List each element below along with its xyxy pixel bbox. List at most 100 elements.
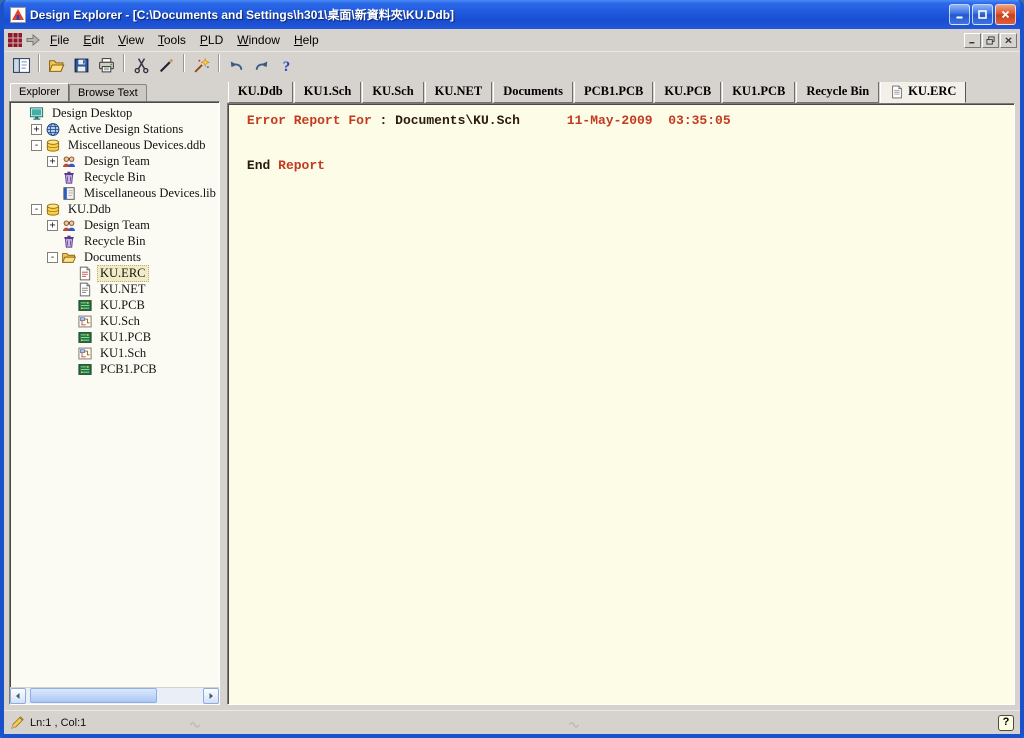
dock-arrow-icon[interactable] bbox=[25, 32, 41, 48]
doc-tab-recycle-bin[interactable]: Recycle Bin bbox=[796, 82, 879, 103]
cut-icon bbox=[133, 57, 150, 74]
doc-tab-label: KU.NET bbox=[435, 84, 483, 99]
wand-button[interactable] bbox=[189, 54, 214, 78]
undo-button[interactable] bbox=[224, 54, 249, 78]
report-line: End Report bbox=[247, 158, 1010, 173]
doc-tab-ku1-sch[interactable]: KU1.Sch bbox=[294, 82, 362, 103]
tree-item-ku-sch[interactable]: KU.Sch bbox=[13, 313, 219, 329]
recycle-icon bbox=[61, 234, 77, 249]
panel-tab-browse-text[interactable]: Browse Text bbox=[69, 84, 147, 101]
tree-item-label: Documents bbox=[81, 250, 144, 265]
tree-item-miscellaneous-devices-ddb[interactable]: -Miscellaneous Devices.ddb bbox=[13, 137, 219, 153]
menu-tools[interactable]: Tools bbox=[151, 31, 193, 50]
tree-item-ku-ddb[interactable]: - KU.Ddb bbox=[13, 201, 219, 217]
tree-item-pcb1-pcb[interactable]: PCB1.PCB bbox=[13, 361, 219, 377]
tree-item-ku1-sch[interactable]: KU1.Sch bbox=[13, 345, 219, 361]
menu-help[interactable]: Help bbox=[287, 31, 326, 50]
expand-toggle[interactable]: + bbox=[47, 220, 58, 231]
collapse-toggle[interactable]: - bbox=[31, 204, 42, 215]
help-button[interactable]: ? bbox=[998, 715, 1014, 731]
menu-pld[interactable]: PLD bbox=[193, 31, 230, 50]
mdi-close-button[interactable] bbox=[1000, 33, 1017, 48]
close-button[interactable] bbox=[995, 4, 1016, 25]
lib-icon bbox=[61, 186, 77, 201]
doc-tab-ku-pcb[interactable]: KU.PCB bbox=[654, 82, 721, 103]
menu-file[interactable]: File bbox=[43, 31, 76, 50]
tree-item-ku-erc[interactable]: KU.ERC bbox=[13, 265, 219, 281]
titlebar[interactable]: Design Explorer - [C:\Documents and Sett… bbox=[4, 0, 1020, 29]
tree-item-label: KU.PCB bbox=[97, 298, 148, 313]
toolbar-separator bbox=[183, 54, 185, 72]
pencil-icon bbox=[10, 715, 25, 730]
collapse-toggle[interactable]: - bbox=[47, 252, 58, 263]
stations-icon bbox=[45, 122, 61, 137]
tree-item-design-team[interactable]: +Design Team bbox=[13, 217, 219, 233]
expand-toggle[interactable]: + bbox=[47, 156, 58, 167]
redo-button[interactable] bbox=[249, 54, 274, 78]
save-button[interactable] bbox=[69, 54, 94, 78]
pen-button[interactable] bbox=[154, 54, 179, 78]
mdi-minimize-button[interactable] bbox=[964, 33, 981, 48]
help-button[interactable]: ? bbox=[274, 54, 299, 78]
desktop-grid-icon[interactable] bbox=[7, 32, 23, 48]
pcb-icon bbox=[77, 330, 93, 345]
print-button[interactable] bbox=[94, 54, 119, 78]
menu-edit[interactable]: Edit bbox=[76, 31, 111, 50]
report-content[interactable]: Error Report For : Documents\KU.Sch 11-M… bbox=[227, 103, 1015, 705]
report-text-segment: Documents\KU.Sch bbox=[395, 113, 520, 128]
status-grip-icon bbox=[187, 718, 203, 728]
doc-net-icon bbox=[77, 282, 93, 297]
tree-item-label: KU.Ddb bbox=[65, 202, 114, 217]
toolbar-separator bbox=[218, 54, 220, 72]
tree-item-miscellaneous-devices-lib[interactable]: Miscellaneous Devices.lib bbox=[13, 185, 219, 201]
doc-tab-pcb1-pcb[interactable]: PCB1.PCB bbox=[574, 82, 653, 103]
tree-container: Design Desktop+Active Design Stations-Mi… bbox=[9, 101, 220, 705]
scroll-left-button[interactable] bbox=[10, 688, 26, 704]
menu-window[interactable]: Window bbox=[230, 31, 287, 50]
explorer-panel: ExplorerBrowse Text Design Desktop+Activ… bbox=[9, 82, 220, 705]
doc-tab-documents[interactable]: Documents bbox=[493, 82, 573, 103]
doc-tab-ku-sch[interactable]: KU.Sch bbox=[362, 82, 423, 103]
wand-icon bbox=[193, 57, 210, 74]
design-tree: Design Desktop+Active Design Stations-Mi… bbox=[10, 102, 219, 687]
recycle-icon bbox=[61, 170, 77, 185]
tree-item-ku-net[interactable]: KU.NET bbox=[13, 281, 219, 297]
toggle-panels-button[interactable] bbox=[9, 54, 34, 78]
tree-item-label: Design Team bbox=[81, 154, 153, 169]
doc-tab-ku-ddb[interactable]: KU.Ddb bbox=[228, 82, 293, 103]
toolbar-buttons: ? bbox=[9, 54, 299, 78]
open-folder-button[interactable] bbox=[44, 54, 69, 78]
mdi-controls bbox=[964, 33, 1017, 48]
doc-tab-ku1-pcb[interactable]: KU1.PCB bbox=[722, 82, 795, 103]
mdi-restore-button[interactable] bbox=[982, 33, 999, 48]
doc-tab-ku-net[interactable]: KU.NET bbox=[425, 82, 493, 103]
tree-item-ku1-pcb[interactable]: KU1.PCB bbox=[13, 329, 219, 345]
tree-item-recycle-bin[interactable]: Recycle Bin bbox=[13, 169, 219, 185]
tree-item-documents[interactable]: - Documents bbox=[13, 249, 219, 265]
panel-tab-explorer[interactable]: Explorer bbox=[10, 83, 69, 101]
maximize-button[interactable] bbox=[972, 4, 993, 25]
horizontal-scrollbar[interactable] bbox=[10, 687, 219, 704]
menu-view[interactable]: View bbox=[111, 31, 151, 50]
tree-item-design-desktop[interactable]: Design Desktop bbox=[13, 105, 219, 121]
expand-toggle[interactable]: + bbox=[31, 124, 42, 135]
tree-item-label: Recycle Bin bbox=[81, 234, 148, 249]
collapse-toggle[interactable]: - bbox=[31, 140, 42, 151]
scroll-thumb[interactable] bbox=[30, 688, 157, 703]
doc-tab-label: PCB1.PCB bbox=[584, 84, 643, 99]
toolbar: ? bbox=[4, 51, 1020, 79]
report-text-segment: 11-May-2009 03:35:05 bbox=[567, 113, 731, 128]
tree-item-ku-pcb[interactable]: KU.PCB bbox=[13, 297, 219, 313]
ddb-icon bbox=[45, 138, 61, 153]
doc-tab-ku-erc[interactable]: KU.ERC bbox=[880, 82, 966, 103]
tree-item-recycle-bin[interactable]: Recycle Bin bbox=[13, 233, 219, 249]
cut-button[interactable] bbox=[129, 54, 154, 78]
tree-item-active-design-stations[interactable]: +Active Design Stations bbox=[13, 121, 219, 137]
doc-tab-label: KU.ERC bbox=[908, 84, 956, 99]
doc-tab-label: KU1.PCB bbox=[732, 84, 785, 99]
scroll-right-button[interactable] bbox=[203, 688, 219, 704]
report-line bbox=[247, 128, 1010, 143]
minimize-button[interactable] bbox=[949, 4, 970, 25]
scroll-track[interactable] bbox=[26, 688, 203, 704]
tree-item-design-team[interactable]: + Design Team bbox=[13, 153, 219, 169]
